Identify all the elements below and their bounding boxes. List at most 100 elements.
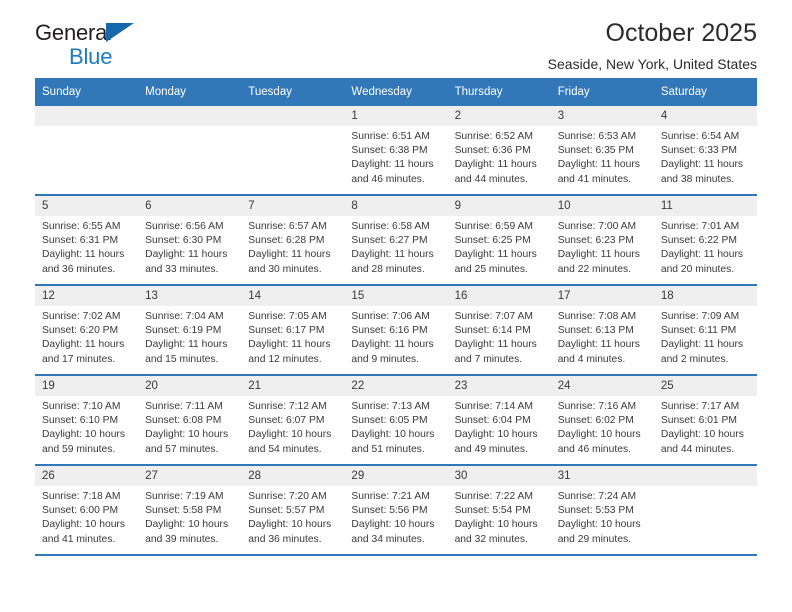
calendar-week-row: 1 Sunrise: 6:51 AM Sunset: 6:38 PM Daylight… xyxy=(35,106,757,196)
day-number: 6 xyxy=(138,196,242,216)
day-number: 25 xyxy=(653,376,757,396)
calendar-day-cell[interactable]: 23 Sunrise: 7:14 AM Sunset: 6:04 PM Dayligh… xyxy=(447,375,551,466)
day-number: 14 xyxy=(241,286,345,306)
calendar-day-cell[interactable]: 1 Sunrise: 6:51 AM Sunset: 6:38 PM Daylight… xyxy=(344,106,448,196)
calendar-day-cell[interactable]: 7 Sunrise: 6:57 AM Sunset: 6:28 PM Daylight… xyxy=(241,195,345,286)
calendar-day-cell-empty xyxy=(653,465,757,556)
calendar-day-cell[interactable]: 3 Sunrise: 6:53 AM Sunset: 6:35 PM Daylight… xyxy=(550,106,654,196)
calendar-day-cell[interactable]: 19 Sunrise: 7:10 AM Sunset: 6:10 PM Dayligh… xyxy=(35,375,139,466)
day-info: Sunrise: 6:54 AM Sunset: 6:33 PM Daylight:… xyxy=(654,126,757,187)
sunset-text: Sunset: 6:22 PM xyxy=(660,235,737,247)
sunrise-text: Sunrise: 7:05 AM xyxy=(248,311,327,322)
day-number: 30 xyxy=(447,466,551,486)
daylight-text: Daylight: 11 hours and 41 minutes. xyxy=(557,159,640,185)
day-number: 24 xyxy=(550,376,654,396)
sunrise-text: Sunrise: 6:58 AM xyxy=(351,221,430,232)
calendar-day-cell[interactable]: 17 Sunrise: 7:08 AM Sunset: 6:13 PM Dayligh… xyxy=(550,285,654,376)
day-info: Sunrise: 6:51 AM Sunset: 6:38 PM Daylight:… xyxy=(344,126,447,187)
day-info: Sunrise: 7:02 AM Sunset: 6:20 PM Daylight:… xyxy=(35,306,138,367)
calendar-day-cell[interactable]: 26 Sunrise: 7:18 AM Sunset: 6:00 PM Dayligh… xyxy=(35,465,139,556)
day-number xyxy=(138,106,242,126)
day-number: 10 xyxy=(550,196,654,216)
logo-text-general: General xyxy=(35,20,112,45)
calendar-day-cell-empty xyxy=(241,106,345,196)
calendar-day-cell[interactable]: 25 Sunrise: 7:17 AM Sunset: 6:01 PM Dayligh… xyxy=(653,375,757,466)
calendar-week-row: 5 Sunrise: 6:55 AM Sunset: 6:31 PM Daylight… xyxy=(35,195,757,286)
sunset-text: Sunset: 6:36 PM xyxy=(454,145,531,157)
calendar-day-cell[interactable]: 20 Sunrise: 7:11 AM Sunset: 6:08 PM Dayligh… xyxy=(138,375,242,466)
calendar-day-cell[interactable]: 8 Sunrise: 6:58 AM Sunset: 6:27 PM Daylight… xyxy=(344,195,448,286)
sunrise-sunset-calendar: Sunday Monday Tuesday Wednesday Thursday… xyxy=(35,78,757,556)
sunset-text: Sunset: 6:35 PM xyxy=(557,145,634,157)
calendar-day-cell[interactable]: 5 Sunrise: 6:55 AM Sunset: 6:31 PM Daylight… xyxy=(35,195,139,286)
daylight-text: Daylight: 10 hours and 29 minutes. xyxy=(557,519,641,545)
calendar-day-cell[interactable]: 30 Sunrise: 7:22 AM Sunset: 5:54 PM Dayligh… xyxy=(447,465,551,556)
calendar-day-cell[interactable]: 10 Sunrise: 7:00 AM Sunset: 6:23 PM Dayligh… xyxy=(550,195,654,286)
calendar-day-cell[interactable]: 28 Sunrise: 7:20 AM Sunset: 5:57 PM Dayligh… xyxy=(241,465,345,556)
day-info: Sunrise: 6:53 AM Sunset: 6:35 PM Daylight:… xyxy=(551,126,654,187)
weekday-header-thursday: Thursday xyxy=(447,78,551,106)
calendar-day-cell[interactable]: 14 Sunrise: 7:05 AM Sunset: 6:17 PM Dayligh… xyxy=(241,285,345,376)
sunset-text: Sunset: 6:30 PM xyxy=(145,235,222,247)
daylight-text: Daylight: 11 hours and 28 minutes. xyxy=(351,249,434,275)
daylight-text: Daylight: 11 hours and 38 minutes. xyxy=(660,159,744,185)
day-info: Sunrise: 7:14 AM Sunset: 6:04 PM Daylight:… xyxy=(448,396,551,457)
daylight-text: Daylight: 10 hours and 57 minutes. xyxy=(145,429,229,455)
daylight-text: Daylight: 10 hours and 54 minutes. xyxy=(248,429,332,455)
day-info: Sunrise: 7:08 AM Sunset: 6:13 PM Daylight:… xyxy=(551,306,654,367)
sunset-text: Sunset: 6:00 PM xyxy=(42,505,119,517)
day-number: 4 xyxy=(653,106,757,126)
calendar-day-cell[interactable]: 13 Sunrise: 7:04 AM Sunset: 6:19 PM Dayligh… xyxy=(138,285,242,376)
daylight-text: Daylight: 11 hours and 12 minutes. xyxy=(248,339,331,365)
day-number: 12 xyxy=(35,286,139,306)
sunset-text: Sunset: 5:53 PM xyxy=(557,505,634,517)
sunset-text: Sunset: 5:54 PM xyxy=(454,505,531,517)
day-info: Sunrise: 7:24 AM Sunset: 5:53 PM Daylight:… xyxy=(551,486,654,547)
calendar-day-cell[interactable]: 11 Sunrise: 7:01 AM Sunset: 6:22 PM Dayligh… xyxy=(653,195,757,286)
calendar-day-cell[interactable]: 12 Sunrise: 7:02 AM Sunset: 6:20 PM Dayligh… xyxy=(35,285,139,376)
calendar-day-cell[interactable]: 2 Sunrise: 6:52 AM Sunset: 6:36 PM Daylight… xyxy=(447,106,551,196)
day-number xyxy=(653,466,757,486)
daylight-text: Daylight: 10 hours and 51 minutes. xyxy=(351,429,435,455)
calendar-day-cell[interactable]: 18 Sunrise: 7:09 AM Sunset: 6:11 PM Dayligh… xyxy=(653,285,757,376)
logo-text-blue: Blue xyxy=(69,44,113,69)
daylight-text: Daylight: 10 hours and 32 minutes. xyxy=(454,519,538,545)
daylight-text: Daylight: 11 hours and 4 minutes. xyxy=(557,339,640,365)
daylight-text: Daylight: 10 hours and 41 minutes. xyxy=(42,519,125,545)
day-number: 23 xyxy=(447,376,551,396)
calendar-week-row: 19 Sunrise: 7:10 AM Sunset: 6:10 PM Dayligh… xyxy=(35,375,757,466)
sunrise-text: Sunrise: 7:17 AM xyxy=(660,401,740,412)
day-number: 28 xyxy=(241,466,345,486)
calendar-day-cell[interactable]: 9 Sunrise: 6:59 AM Sunset: 6:25 PM Daylight… xyxy=(447,195,551,286)
calendar-day-cell[interactable]: 15 Sunrise: 7:06 AM Sunset: 6:16 PM Dayligh… xyxy=(344,285,448,376)
sunrise-text: Sunrise: 7:01 AM xyxy=(660,221,740,232)
calendar-day-cell[interactable]: 22 Sunrise: 7:13 AM Sunset: 6:05 PM Dayligh… xyxy=(344,375,448,466)
triangle-icon xyxy=(106,23,134,42)
sunrise-text: Sunrise: 7:08 AM xyxy=(557,311,637,322)
sunset-text: Sunset: 6:31 PM xyxy=(42,235,119,247)
sunrise-text: Sunrise: 7:24 AM xyxy=(557,491,637,502)
calendar-day-cell[interactable]: 27 Sunrise: 7:19 AM Sunset: 5:58 PM Dayligh… xyxy=(138,465,242,556)
day-number xyxy=(241,106,345,126)
day-number: 11 xyxy=(653,196,757,216)
calendar-day-cell[interactable]: 4 Sunrise: 6:54 AM Sunset: 6:33 PM Daylight… xyxy=(653,106,757,196)
sunset-text: Sunset: 5:56 PM xyxy=(351,505,428,517)
day-info: Sunrise: 7:05 AM Sunset: 6:17 PM Daylight:… xyxy=(241,306,344,367)
calendar-day-cell[interactable]: 16 Sunrise: 7:07 AM Sunset: 6:14 PM Dayligh… xyxy=(447,285,551,376)
day-info: Sunrise: 7:22 AM Sunset: 5:54 PM Daylight:… xyxy=(448,486,551,547)
daylight-text: Daylight: 10 hours and 59 minutes. xyxy=(42,429,125,455)
calendar-day-cell[interactable]: 24 Sunrise: 7:16 AM Sunset: 6:02 PM Dayligh… xyxy=(550,375,654,466)
day-info: Sunrise: 6:52 AM Sunset: 6:36 PM Daylight:… xyxy=(448,126,551,187)
calendar-day-cell[interactable]: 6 Sunrise: 6:56 AM Sunset: 6:30 PM Daylight… xyxy=(138,195,242,286)
calendar-day-cell[interactable]: 29 Sunrise: 7:21 AM Sunset: 5:56 PM Dayligh… xyxy=(344,465,448,556)
day-number: 22 xyxy=(344,376,448,396)
sunrise-text: Sunrise: 7:20 AM xyxy=(248,491,327,502)
calendar-day-cell[interactable]: 31 Sunrise: 7:24 AM Sunset: 5:53 PM Dayligh… xyxy=(550,465,654,556)
day-number: 8 xyxy=(344,196,448,216)
sunset-text: Sunset: 6:17 PM xyxy=(248,325,325,337)
day-info: Sunrise: 7:06 AM Sunset: 6:16 PM Daylight:… xyxy=(344,306,447,367)
sunrise-text: Sunrise: 7:07 AM xyxy=(454,311,533,322)
sunset-text: Sunset: 6:04 PM xyxy=(454,415,531,427)
day-info: Sunrise: 7:11 AM Sunset: 6:08 PM Daylight:… xyxy=(138,396,241,457)
calendar-day-cell[interactable]: 21 Sunrise: 7:12 AM Sunset: 6:07 PM Dayligh… xyxy=(241,375,345,466)
